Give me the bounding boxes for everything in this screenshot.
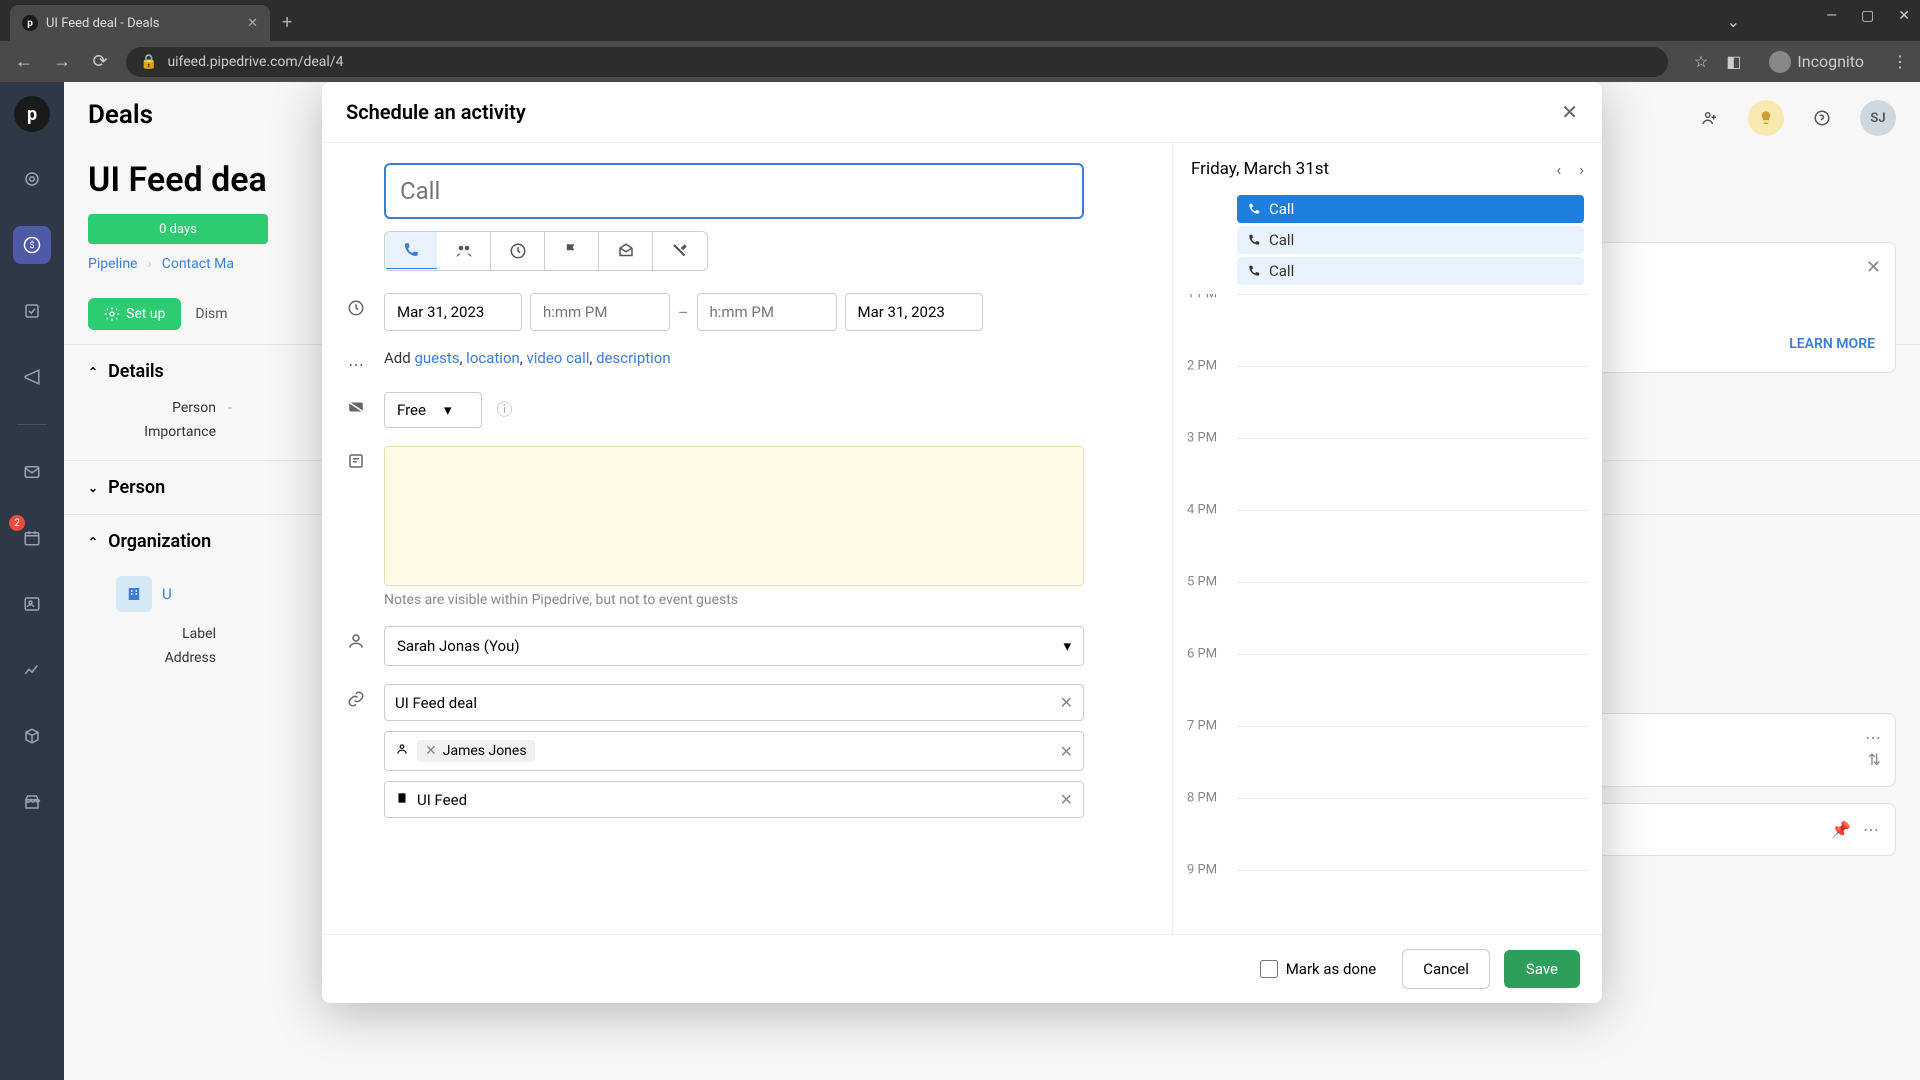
chevron-down-icon: ▾ [444,401,452,419]
link-icon [344,690,368,708]
url-text: uifeed.pipedrive.com/deal/4 [167,54,343,70]
browser-tab[interactable]: p UI Feed deal - Deals ✕ [10,5,270,41]
tab-close-icon[interactable]: ✕ [247,16,258,31]
tab-favicon-icon: p [22,15,38,31]
note-icon [344,452,368,470]
add-video-link[interactable]: video call [526,349,589,367]
sidebar-item-campaigns[interactable] [13,358,51,396]
menu-dots-icon[interactable]: ⋮ [1892,52,1908,71]
clock-icon [344,299,368,317]
busy-icon [344,398,368,416]
sidebar-item-deals[interactable]: $ [13,226,51,264]
linked-person-input[interactable]: ✕James Jones ✕ [384,731,1084,771]
calendar-date: Friday, March 31st [1191,159,1329,179]
linked-deal-input[interactable]: UI Feed deal ✕ [384,684,1084,721]
type-lunch-button[interactable] [653,232,707,270]
sidebar-item-insights[interactable] [13,651,51,689]
add-description-link[interactable]: description [596,349,671,367]
remove-org-icon[interactable]: ✕ [1060,790,1073,809]
nav-forward-icon[interactable]: → [50,51,74,72]
schedule-activity-modal: Schedule an activity ✕ [322,82,1602,1003]
lock-icon: 🔒 [140,54,157,70]
sidebar-item-focus[interactable] [13,160,51,198]
more-icon: ⋯ [344,355,368,374]
activity-name-input[interactable] [384,163,1084,219]
nav-back-icon[interactable]: ← [12,51,36,72]
owner-select[interactable]: Sarah Jonas (You) ▾ [384,626,1084,666]
bookmark-icon[interactable]: ☆ [1694,52,1708,71]
incognito-label: Incognito [1797,52,1864,71]
new-tab-button[interactable]: + [282,12,292,33]
time-label: 6 PM [1187,647,1217,662]
window-min-icon[interactable]: — [1826,8,1837,24]
type-email-button[interactable] [599,232,653,270]
mark-done-checkbox[interactable]: Mark as done [1260,960,1377,978]
nav-reload-icon[interactable]: ⟳ [88,51,112,72]
time-label: 5 PM [1187,575,1217,590]
sidebar-badge: 2 [9,515,25,531]
time-label: 7 PM [1187,719,1217,734]
modal-close-icon[interactable]: ✕ [1561,100,1578,124]
cal-event[interactable]: Call [1237,195,1584,223]
remove-person-icon[interactable]: ✕ [1060,742,1073,761]
type-call-button[interactable] [384,231,438,269]
time-label: 1 PM [1187,294,1217,302]
add-guests-link[interactable]: guests [414,349,459,367]
cancel-button[interactable]: Cancel [1402,949,1490,989]
cal-event[interactable]: Call [1237,257,1584,285]
notes-hint: Notes are visible within Pipedrive, but … [384,592,1154,608]
svg-text:$: $ [29,240,34,251]
time-label: 3 PM [1187,431,1217,446]
start-time-input[interactable] [530,293,670,331]
chevron-down-icon: ▾ [1063,637,1071,655]
app-logo-icon[interactable]: p [14,96,50,132]
browser-chrome: p UI Feed deal - Deals ✕ + ⌄ — ▢ ✕ ← → ⟳… [0,0,1920,82]
building-small-icon [395,791,409,809]
tab-title: UI Feed deal - Deals [46,16,159,31]
remove-deal-icon[interactable]: ✕ [1060,693,1073,712]
window-max-icon[interactable]: ▢ [1861,8,1874,24]
type-task-button[interactable] [491,232,545,270]
sidebar-item-activities[interactable] [13,292,51,330]
sidebar-item-calendar[interactable]: 2 [13,519,51,557]
tabs-dropdown-icon[interactable]: ⌄ [1727,12,1740,31]
person-small-icon [395,742,409,760]
extension-icon[interactable]: ◧ [1726,52,1741,71]
cal-next-icon[interactable]: › [1579,160,1584,179]
availability-select[interactable]: Free ▾ [384,392,482,428]
window-close-icon[interactable]: ✕ [1898,8,1910,24]
time-label: 9 PM [1187,863,1217,878]
save-button[interactable]: Save [1504,950,1580,988]
sidebar-item-contacts[interactable] [13,585,51,623]
incognito-icon [1769,51,1791,73]
end-date-input[interactable] [845,293,983,331]
start-date-input[interactable] [384,293,522,331]
linked-org-input[interactable]: UI Feed ✕ [384,781,1084,818]
time-label: 8 PM [1187,791,1217,806]
time-label: 4 PM [1187,503,1217,518]
notes-textarea[interactable] [384,446,1084,586]
app-sidebar: p $ 2 [0,82,64,1080]
url-bar[interactable]: 🔒 uifeed.pipedrive.com/deal/4 [126,47,1668,77]
sidebar-item-products[interactable] [13,717,51,755]
cal-prev-icon[interactable]: ‹ [1556,160,1561,179]
type-deadline-button[interactable] [545,232,599,270]
info-icon[interactable]: ⓘ [496,400,512,419]
type-meeting-button[interactable] [437,232,491,270]
sidebar-item-mail[interactable] [13,453,51,491]
add-location-link[interactable]: location [466,349,520,367]
end-time-input[interactable] [697,293,837,331]
chip-remove-icon[interactable]: ✕ [425,743,437,759]
time-label: 2 PM [1187,359,1217,374]
calendar-timeline[interactable]: 1 PM2 PM3 PM4 PM5 PM6 PM7 PM8 PM9 PM10 P… [1173,294,1602,934]
incognito-badge[interactable]: Incognito [1759,47,1874,77]
modal-title: Schedule an activity [346,100,526,124]
cal-event[interactable]: Call [1237,226,1584,254]
sidebar-item-marketplace[interactable] [13,783,51,821]
user-icon [344,632,368,650]
